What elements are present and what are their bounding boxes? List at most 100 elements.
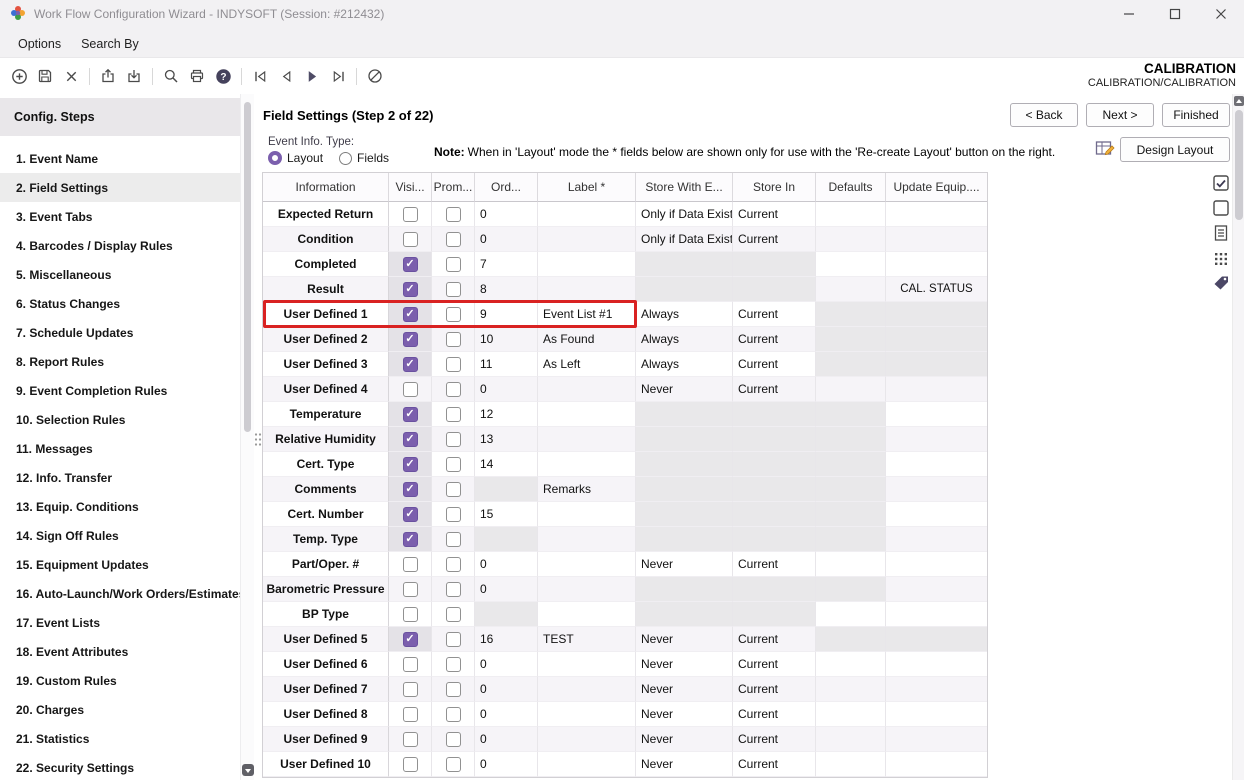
- cell-defaults[interactable]: [816, 452, 886, 477]
- cell-store_with[interactable]: [636, 602, 733, 627]
- cell-prom[interactable]: [432, 377, 475, 402]
- cell-prom[interactable]: [432, 402, 475, 427]
- cell-prom[interactable]: [432, 577, 475, 602]
- visi-checkbox[interactable]: [403, 207, 418, 222]
- visi-checkbox[interactable]: [403, 382, 418, 397]
- cell-ord[interactable]: 8: [475, 277, 538, 302]
- sidebar-item-20[interactable]: 20. Charges: [0, 695, 240, 724]
- cell-prom[interactable]: [432, 202, 475, 227]
- cell-prom[interactable]: [432, 727, 475, 752]
- prom-checkbox[interactable]: [446, 632, 461, 647]
- cell-ord[interactable]: 0: [475, 677, 538, 702]
- cell-ord[interactable]: 12: [475, 402, 538, 427]
- visi-checkbox[interactable]: [403, 582, 418, 597]
- cell-label[interactable]: [538, 602, 636, 627]
- cell-label[interactable]: [538, 377, 636, 402]
- cell-update_equip[interactable]: [886, 202, 987, 227]
- cell-visi[interactable]: ✓: [389, 402, 432, 427]
- cell-prom[interactable]: [432, 302, 475, 327]
- prom-checkbox[interactable]: [446, 457, 461, 472]
- prom-checkbox[interactable]: [446, 357, 461, 372]
- cell-label[interactable]: Remarks: [538, 477, 636, 502]
- prom-checkbox[interactable]: [446, 432, 461, 447]
- cell-store_in[interactable]: Current: [733, 752, 816, 777]
- cell-update_equip[interactable]: [886, 502, 987, 527]
- cell-update_equip[interactable]: CAL. STATUS: [886, 277, 987, 302]
- notes-icon[interactable]: [1212, 224, 1230, 242]
- visi-checkbox[interactable]: ✓: [403, 482, 418, 497]
- sidebar-item-22[interactable]: 22. Security Settings: [0, 753, 240, 780]
- cell-prom[interactable]: [432, 602, 475, 627]
- back-button[interactable]: < Back: [1010, 103, 1078, 127]
- cell-ord[interactable]: 0: [475, 227, 538, 252]
- cell-label[interactable]: [538, 227, 636, 252]
- prom-checkbox[interactable]: [446, 757, 461, 772]
- cell-store_with[interactable]: [636, 527, 733, 552]
- cell-label[interactable]: [538, 577, 636, 602]
- cell-visi[interactable]: ✓: [389, 277, 432, 302]
- cell-update_equip[interactable]: [886, 377, 987, 402]
- cell-prom[interactable]: [432, 252, 475, 277]
- search-button[interactable]: [158, 63, 184, 89]
- cell-label[interactable]: Event List #1: [538, 302, 636, 327]
- cell-store_in[interactable]: [733, 527, 816, 552]
- cell-prom[interactable]: [432, 277, 475, 302]
- drag-handle[interactable]: [254, 432, 262, 448]
- column-header[interactable]: Update Equip....: [886, 173, 987, 202]
- sidebar-item-14[interactable]: 14. Sign Off Rules: [0, 521, 240, 550]
- cell-prom[interactable]: [432, 627, 475, 652]
- cell-store_in[interactable]: Current: [733, 227, 816, 252]
- cell-update_equip[interactable]: [886, 677, 987, 702]
- visi-checkbox[interactable]: [403, 657, 418, 672]
- cell-store_in[interactable]: [733, 577, 816, 602]
- cell-store_with[interactable]: Always: [636, 352, 733, 377]
- visi-checkbox[interactable]: ✓: [403, 332, 418, 347]
- cell-update_equip[interactable]: [886, 402, 987, 427]
- cell-ord[interactable]: 0: [475, 577, 538, 602]
- export-button[interactable]: [95, 63, 121, 89]
- radio-fields[interactable]: Fields: [339, 151, 389, 165]
- cell-label[interactable]: [538, 552, 636, 577]
- cell-ord[interactable]: [475, 477, 538, 502]
- menu-item-search-by[interactable]: Search By: [71, 31, 149, 57]
- cell-store_with[interactable]: Never: [636, 377, 733, 402]
- cell-store_in[interactable]: Current: [733, 352, 816, 377]
- sidebar-item-8[interactable]: 8. Report Rules: [0, 347, 240, 376]
- scrollbar-thumb[interactable]: [1235, 110, 1243, 220]
- visi-checkbox[interactable]: ✓: [403, 507, 418, 522]
- visi-checkbox[interactable]: ✓: [403, 532, 418, 547]
- prom-checkbox[interactable]: [446, 207, 461, 222]
- cell-defaults[interactable]: [816, 252, 886, 277]
- prom-checkbox[interactable]: [446, 407, 461, 422]
- cell-defaults[interactable]: [816, 627, 886, 652]
- prom-checkbox[interactable]: [446, 732, 461, 747]
- cell-label[interactable]: [538, 727, 636, 752]
- cell-defaults[interactable]: [816, 227, 886, 252]
- first-record-button[interactable]: [247, 63, 273, 89]
- cell-label[interactable]: TEST: [538, 627, 636, 652]
- cell-prom[interactable]: [432, 502, 475, 527]
- finished-button[interactable]: Finished: [1162, 103, 1230, 127]
- cell-defaults[interactable]: [816, 602, 886, 627]
- visi-checkbox[interactable]: ✓: [403, 632, 418, 647]
- visi-checkbox[interactable]: [403, 757, 418, 772]
- cell-ord[interactable]: 0: [475, 727, 538, 752]
- cell-visi[interactable]: ✓: [389, 327, 432, 352]
- prom-checkbox[interactable]: [446, 532, 461, 547]
- cell-label[interactable]: [538, 252, 636, 277]
- sidebar-item-3[interactable]: 3. Event Tabs: [0, 202, 240, 231]
- cell-ord[interactable]: 0: [475, 377, 538, 402]
- cell-prom[interactable]: [432, 527, 475, 552]
- column-header[interactable]: Information: [263, 173, 389, 202]
- sidebar-scrollbar[interactable]: [240, 94, 254, 780]
- visi-checkbox[interactable]: ✓: [403, 457, 418, 472]
- cell-prom[interactable]: [432, 327, 475, 352]
- visi-checkbox[interactable]: ✓: [403, 407, 418, 422]
- cell-visi[interactable]: ✓: [389, 502, 432, 527]
- visi-checkbox[interactable]: ✓: [403, 357, 418, 372]
- cell-store_with[interactable]: Never: [636, 727, 733, 752]
- column-header[interactable]: Defaults: [816, 173, 886, 202]
- cell-defaults[interactable]: [816, 477, 886, 502]
- column-header[interactable]: Visi...: [389, 173, 432, 202]
- cell-store_with[interactable]: [636, 502, 733, 527]
